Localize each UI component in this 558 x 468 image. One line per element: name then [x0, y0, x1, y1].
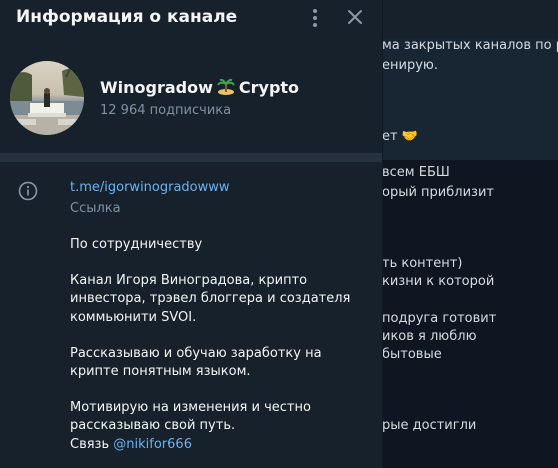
description-paragraph: Рассказываю и обучаю заработку на крипте…: [70, 345, 322, 380]
chat-text-line: всем ЕБШ: [382, 165, 450, 180]
chat-text-line: рые достигли: [382, 418, 477, 433]
section-divider: [0, 153, 382, 162]
close-icon[interactable]: [345, 7, 365, 27]
channel-link[interactable]: t.me/igorwinogradowww: [70, 180, 230, 195]
channel-description: По сотрудничеству Канал Игоря Виноградов…: [70, 236, 370, 454]
chat-text-line: кизни к которой: [382, 274, 495, 289]
panel-header: Информация о канале: [0, 0, 382, 38]
handshake-emoji-icon: 🤝: [401, 129, 418, 144]
chat-text-line: подруга готовит: [382, 311, 497, 326]
channel-info-panel: Информация о канале Winogradow Crypto 12…: [0, 0, 383, 468]
palm-island-icon: [216, 78, 235, 95]
channel-name: Winogradow Crypto: [100, 78, 300, 97]
description-paragraph: Мотивирую на изменения и честно рассказы…: [70, 400, 311, 434]
chat-text-line: ть контент): [382, 256, 463, 271]
description-paragraph: Канал Игоря Виноградова, крипто инвестор…: [70, 273, 351, 325]
link-caption: Ссылка: [70, 201, 121, 216]
chat-text-line: ма закрытых каналов по раз: [382, 38, 558, 53]
subscriber-count: 12 964 подписчика: [100, 103, 232, 118]
panel-title: Информация о канале: [16, 7, 238, 27]
contact-mention-link[interactable]: @nikifor666: [113, 437, 192, 452]
chat-text-line: бытовые: [382, 347, 442, 362]
chat-text-line: орый приблизит: [382, 185, 494, 200]
contact-line: Связь @nikifor666: [70, 436, 192, 452]
chat-text-line: ет 🤝: [382, 129, 418, 144]
chat-text-line: иков я люблю: [382, 329, 477, 344]
more-options-icon[interactable]: [305, 7, 325, 29]
description-paragraph: По сотрудничеству: [70, 237, 203, 252]
chat-header: [382, 0, 558, 38]
channel-avatar[interactable]: [10, 61, 84, 135]
info-icon: [18, 181, 38, 201]
chat-text-line: енирую.: [382, 58, 438, 73]
